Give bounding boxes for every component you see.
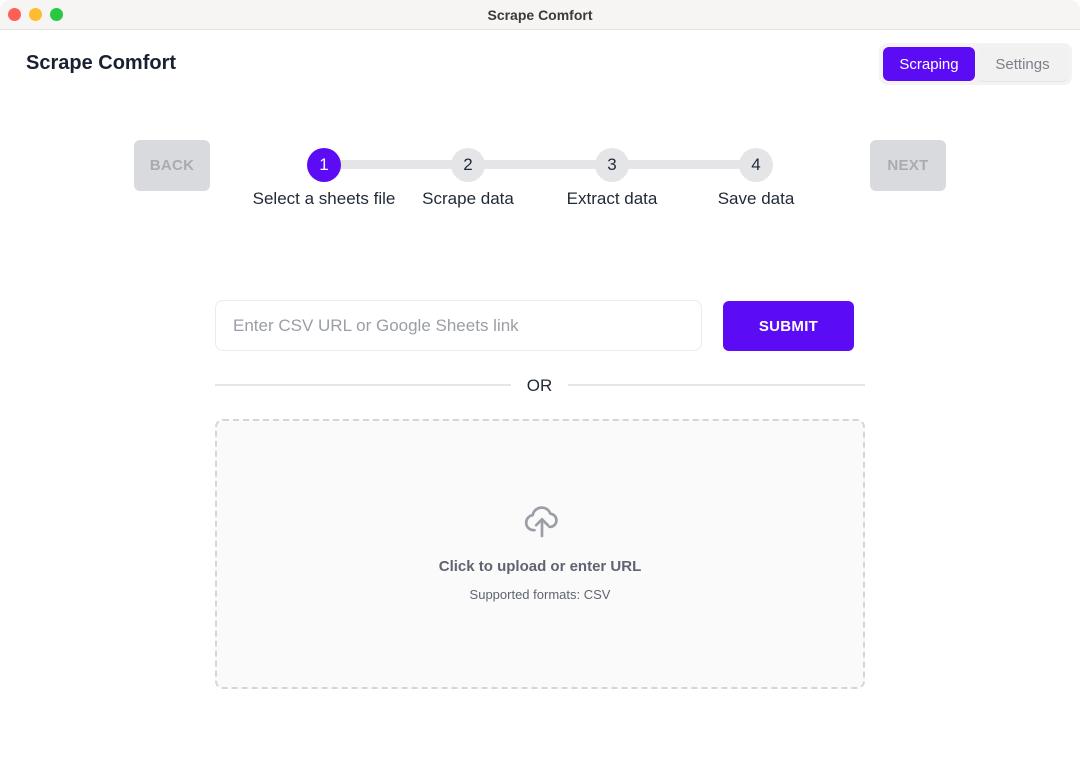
step-4-indicator[interactable]: 4 — [739, 148, 773, 182]
window-titlebar: Scrape Comfort — [0, 0, 1080, 30]
window-title: Scrape Comfort — [487, 7, 593, 23]
divider-right — [568, 384, 865, 386]
cloud-upload-icon — [524, 506, 558, 538]
csv-url-input[interactable] — [215, 300, 702, 351]
stepper-track — [324, 160, 756, 169]
tab-settings[interactable]: Settings — [977, 47, 1068, 81]
step-4-label: Save data — [717, 189, 795, 208]
app-title: Scrape Comfort — [26, 52, 177, 74]
divider-left — [215, 384, 511, 386]
step-3-indicator[interactable]: 3 — [595, 148, 629, 182]
mode-tabs: Scraping Settings — [879, 43, 1072, 85]
back-button[interactable]: BACK — [134, 140, 210, 191]
step-1-indicator[interactable]: 1 — [307, 148, 341, 182]
dropzone-title: Click to upload or enter URL — [438, 558, 642, 575]
submit-button[interactable]: SUBMIT — [723, 301, 854, 351]
dropzone-supported-formats: Supported formats: CSV — [469, 587, 611, 602]
next-button[interactable]: NEXT — [870, 140, 946, 191]
tab-scraping[interactable]: Scraping — [883, 47, 975, 81]
step-2-indicator[interactable]: 2 — [451, 148, 485, 182]
file-upload-dropzone[interactable]: Click to upload or enter URL Supported f… — [215, 419, 865, 689]
or-divider-label: OR — [526, 376, 553, 395]
